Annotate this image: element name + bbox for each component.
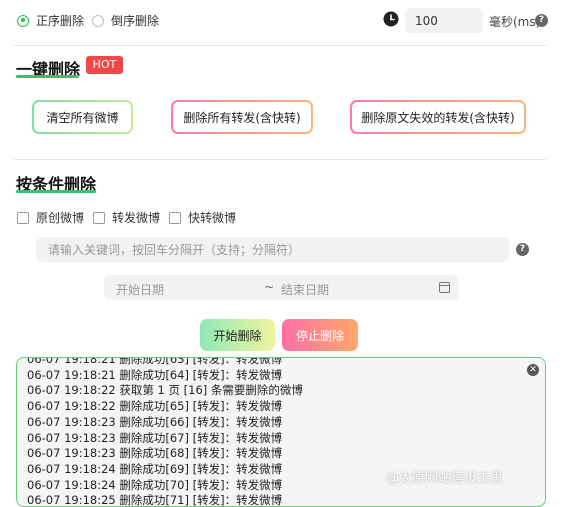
date-range-picker[interactable]: 开始日期 ~ 结束日期 <box>104 275 459 300</box>
keyword-help-icon[interactable]: ? <box>516 243 529 256</box>
divider <box>14 159 546 160</box>
log-line: 06-07 19:18:22 删除成功[65] [转发]：转发微博 <box>27 399 283 414</box>
log-line: 06-07 19:18:24 删除成功[69] [转发]：转发微博 <box>27 461 283 476</box>
log-line: 06-07 19:18:23 删除成功[67] [转发]：转发微博 <box>27 430 283 445</box>
delete-all-reposts-button[interactable]: 删除所有转发(含快转) <box>171 100 313 134</box>
calendar-icon[interactable] <box>439 282 450 293</box>
start-date-input[interactable]: 开始日期 <box>116 281 164 298</box>
radio-label: 倒序删除 <box>111 14 160 28</box>
radio-dot <box>92 14 104 27</box>
checkbox-quick-repost[interactable]: 快转微博 <box>169 209 236 226</box>
log-line: 06-07 19:18:21 删除成功[64] [转发]：转发微博 <box>27 367 283 382</box>
clock-icon <box>383 11 399 27</box>
log-line: 06-07 19:18:23 删除成功[68] [转发]：转发微博 <box>27 446 283 461</box>
radio-reverse-order[interactable]: 倒序删除 <box>92 12 159 29</box>
radio-dot <box>17 14 29 27</box>
log-line: 06-07 19:18:24 删除成功[70] [转发]：转发微博 <box>27 477 283 492</box>
checkbox-original[interactable]: 原创微博 <box>17 209 84 226</box>
title-underline <box>16 75 79 78</box>
delay-help-icon[interactable]: ? <box>535 14 548 27</box>
watermark: @太原网站建设杰思 <box>386 471 504 486</box>
delay-unit-label: 毫秒(ms) <box>489 15 541 29</box>
title-underline <box>16 190 96 193</box>
start-delete-button[interactable]: 开始删除 <box>200 319 275 351</box>
log-line: 06-07 19:18:22 获取第 1 页 [16] 条需要删除的微博 <box>27 383 303 398</box>
checkbox-box <box>169 211 181 224</box>
date-separator: ~ <box>264 280 275 294</box>
radio-label: 正序删除 <box>36 14 85 28</box>
close-icon[interactable]: ✕ <box>527 364 539 376</box>
stop-delete-button[interactable]: 停止删除 <box>282 319 358 351</box>
checkbox-box <box>93 211 105 224</box>
checkbox-label: 转发微博 <box>112 211 161 225</box>
log-line: 06-07 19:18:21 删除成功[63] [转发]：转发微博 <box>27 357 283 366</box>
radio-forward-order[interactable]: 正序删除 <box>17 12 84 29</box>
divider <box>14 45 546 46</box>
delay-input[interactable] <box>405 8 483 33</box>
button-label: 清空所有微博 <box>34 102 131 132</box>
hot-badge: HOT <box>86 56 123 74</box>
button-label: 删除所有转发(含快转) <box>173 102 311 132</box>
log-line: 06-07 19:18:25 删除成功[71] [转发]：转发微博 <box>27 493 283 507</box>
log-lines: 06-07 19:18:21 删除成功[63] [转发]：转发微博 06-07 … <box>27 357 303 507</box>
clear-all-weibo-button[interactable]: 清空所有微博 <box>32 100 133 134</box>
end-date-input[interactable]: 结束日期 <box>281 281 329 298</box>
checkbox-label: 快转微博 <box>188 211 237 225</box>
checkbox-box <box>17 211 29 224</box>
button-label: 删除原文失效的转发(含快转) <box>352 102 524 132</box>
checkbox-label: 原创微博 <box>36 211 85 225</box>
log-line: 06-07 19:18:23 删除成功[66] [转发]：转发微博 <box>27 414 283 429</box>
delete-invalid-reposts-button[interactable]: 删除原文失效的转发(含快转) <box>350 100 526 134</box>
keyword-input[interactable] <box>36 237 509 262</box>
checkbox-repost[interactable]: 转发微博 <box>93 209 160 226</box>
